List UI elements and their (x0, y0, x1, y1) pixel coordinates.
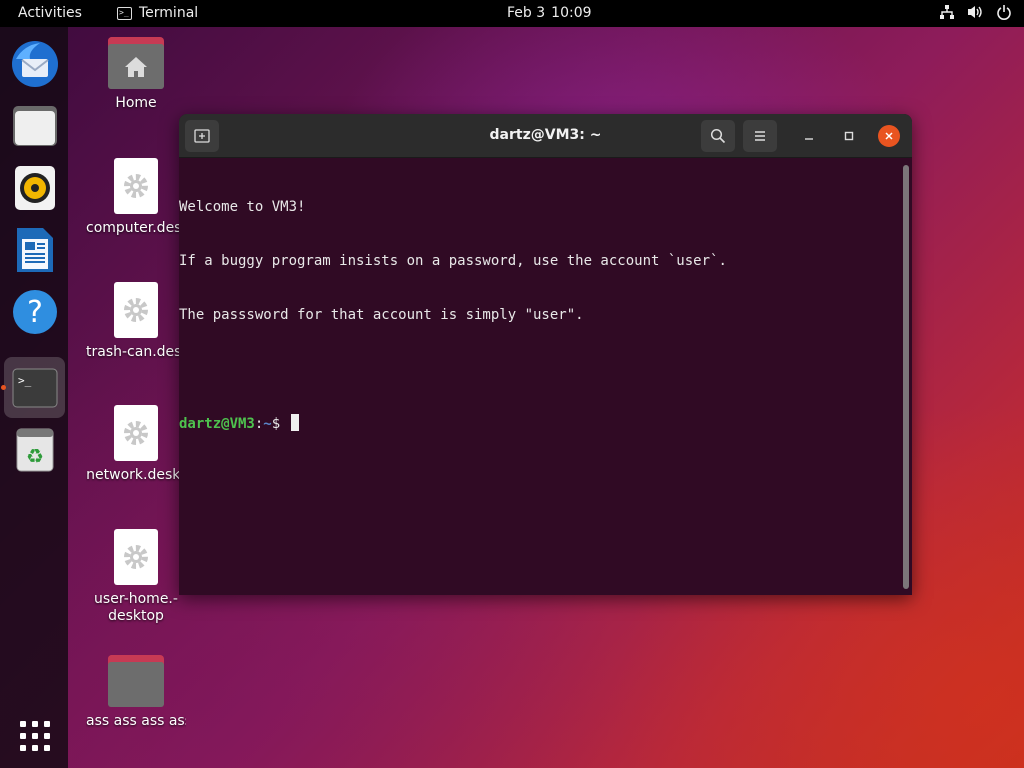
desktop-icon-label: user-home.- desktop (86, 591, 186, 625)
rhythmbox-icon[interactable] (4, 157, 65, 218)
scrollbar[interactable] (903, 165, 909, 589)
thunderbird-icon[interactable] (4, 33, 65, 94)
power-icon[interactable] (996, 4, 1012, 20)
help-icon[interactable]: ? (4, 281, 65, 342)
desktop-icon-label: ass ass ass ass (86, 713, 186, 729)
home-folder-icon (108, 37, 164, 89)
desktop-icon-home[interactable]: Home (86, 37, 186, 112)
desktop-icon-label: Home (115, 95, 157, 111)
minimize-button[interactable] (798, 125, 820, 147)
libreoffice-writer-icon[interactable] (4, 219, 65, 280)
terminal-icon[interactable]: >_ (1, 357, 65, 418)
terminal-line: The passsword for that account is simply… (179, 307, 584, 323)
activities-button[interactable]: Activities (18, 5, 82, 21)
network-icon[interactable] (939, 4, 955, 20)
gear-icon (114, 158, 158, 214)
terminal-output[interactable]: Welcome to VM3! If a buggy program insis… (179, 158, 912, 595)
volume-icon[interactable] (967, 4, 984, 20)
desktop-icon-label: network.deskt (86, 467, 186, 483)
desktop-icon-label: computer.deskt (86, 220, 186, 236)
system-tray[interactable] (939, 4, 1012, 20)
desktop-icon-computer[interactable]: computer.deskt (86, 158, 186, 237)
svg-text:♻: ♻ (26, 444, 44, 468)
gear-icon (114, 405, 158, 461)
terminal-line: Welcome to VM3! (179, 199, 306, 215)
app-menu-label: Terminal (139, 5, 199, 21)
clock-date: Feb 3 (507, 5, 546, 21)
running-indicator (1, 385, 6, 390)
prompt-symbol: $ (271, 416, 289, 432)
app-menu[interactable]: >_ Terminal (117, 5, 198, 21)
terminal-line: If a buggy program insists on a password… (179, 253, 727, 269)
svg-text:>_: >_ (18, 374, 32, 387)
gear-icon (114, 529, 158, 585)
text-cursor (290, 414, 299, 431)
trash-icon[interactable]: ♻ (4, 419, 65, 480)
terminal-mini-icon: >_ (117, 6, 132, 20)
prompt-path: ~ (263, 416, 272, 432)
terminal-headerbar[interactable]: dartz@VM3: ~ (179, 114, 912, 158)
dock: ? >_ ♻ (0, 27, 68, 768)
desktop-icon-label-line: desktop (108, 608, 164, 624)
top-bar: Activities >_ Terminal Feb 3 10:09 (0, 0, 1024, 27)
close-button[interactable] (878, 125, 900, 147)
terminal-window[interactable]: dartz@VM3: ~ Welcome to VM3! If a buggy … (179, 114, 912, 595)
folder-icon (108, 655, 164, 707)
maximize-button[interactable] (838, 125, 860, 147)
grid-icon[interactable] (4, 705, 65, 766)
desktop-icon-network[interactable]: network.deskt (86, 405, 186, 484)
search-icon (710, 128, 726, 144)
gear-icon (114, 282, 158, 338)
clock[interactable]: Feb 3 10:09 (507, 5, 592, 21)
files-icon[interactable] (4, 95, 65, 156)
desktop-icon-trash-can[interactable]: trash-can.deskt (86, 282, 186, 361)
menu-button[interactable] (743, 120, 777, 152)
clock-time: 10:09 (551, 5, 592, 21)
hamburger-icon (755, 131, 765, 141)
svg-text:?: ? (27, 295, 43, 330)
search-button[interactable] (701, 120, 735, 152)
terminal-prompt[interactable]: dartz@VM3:~$ (179, 414, 912, 432)
desktop-icon-label: trash-can.deskt (86, 344, 186, 360)
desktop-icon-label-line: user-home.- (94, 591, 178, 607)
desktop-icon-user-home[interactable]: user-home.- desktop (86, 529, 186, 625)
prompt-user: dartz@VM3 (179, 416, 255, 432)
desktop-icon-folder[interactable]: ass ass ass ass (86, 655, 186, 730)
